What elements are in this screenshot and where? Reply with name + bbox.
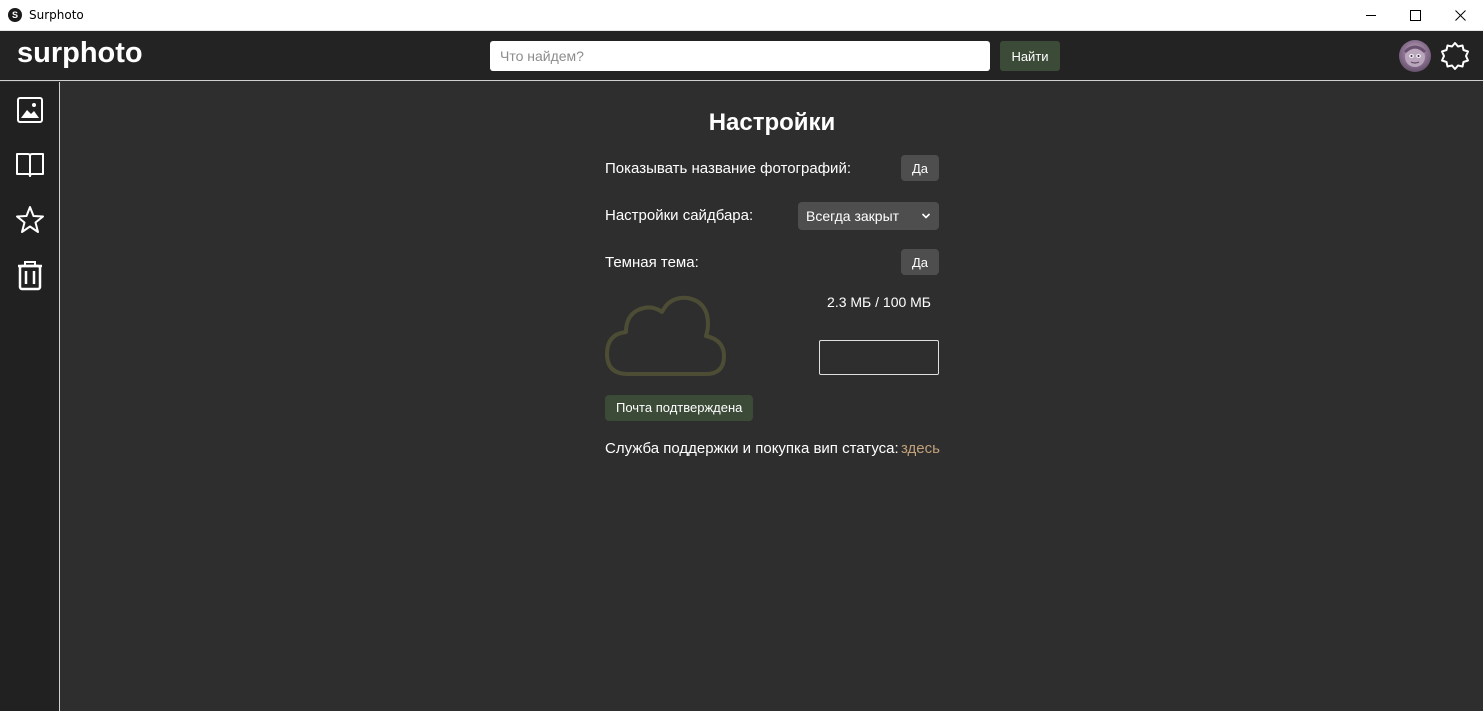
window-titlebar: S Surphoto [0,0,1483,31]
window-title: Surphoto [29,8,84,22]
search-input[interactable] [490,41,990,71]
page-title: Настройки [708,109,836,136]
sidebar-setting-value: Всегда закрыт [806,208,900,224]
sidebar-setting-label: Настройки сайдбара: [605,207,754,224]
star-icon [16,206,44,233]
dark-theme-label: Темная тема: [605,254,699,271]
sidebar-setting-select[interactable]: Всегда закрыт [798,202,939,230]
storage-usage: 2.3 МБ / 100 МБ [827,294,931,310]
settings-panel: Настройки Показывать название фотографий… [61,82,1483,711]
avatar[interactable] [1399,40,1431,72]
email-status-badge: Почта подтверждена [605,395,754,421]
show-titles-toggle[interactable]: Да [901,155,939,181]
app-icon: S [8,8,22,22]
chevron-down-icon [921,213,931,219]
storage-progress-box [819,340,939,375]
support-link[interactable]: здесь [901,440,940,457]
close-button[interactable] [1437,0,1483,31]
dark-theme-toggle[interactable]: Да [901,249,939,275]
trash-icon [18,261,42,291]
cloud-icon [604,292,726,378]
book-icon [16,153,44,177]
sidebar-item-favorites[interactable] [14,204,46,236]
close-icon [1454,10,1466,21]
support-label: Служба поддержки и покупка вип статуса: [605,440,899,457]
sidebar-item-photos[interactable] [14,94,46,126]
app-header: surphoto Найти [0,31,1483,81]
show-titles-label: Показывать название фотографий: [605,160,851,177]
maximize-icon [1409,10,1421,21]
logo[interactable]: surphoto [17,37,143,70]
sidebar-item-trash[interactable] [14,260,46,292]
avatar-image [1403,45,1427,67]
settings-gear-icon[interactable] [1439,40,1471,72]
sidebar [0,82,60,711]
maximize-button[interactable] [1392,0,1438,31]
image-icon [17,97,43,123]
minimize-icon [1365,15,1376,16]
sidebar-item-albums[interactable] [14,148,46,180]
minimize-button[interactable] [1348,0,1394,31]
search-button[interactable]: Найти [1000,41,1060,71]
